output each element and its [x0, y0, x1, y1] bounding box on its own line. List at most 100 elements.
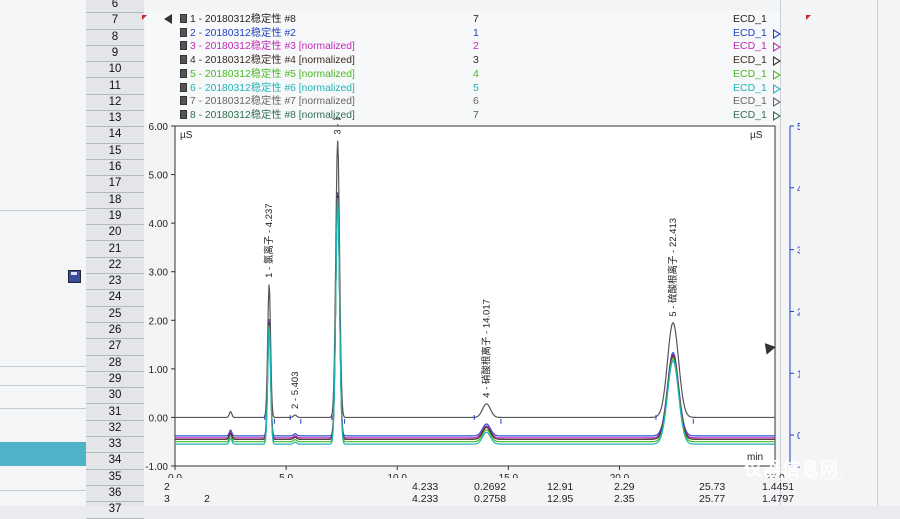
- y-tick-label: 4.00: [149, 219, 169, 230]
- table-cell[interactable]: 4.233: [412, 493, 438, 505]
- row-number[interactable]: 31: [86, 404, 144, 421]
- expand-trace-icon[interactable]: [773, 69, 781, 80]
- table-cell[interactable]: 25.73: [699, 481, 725, 493]
- row-number[interactable]: 20: [86, 224, 144, 242]
- row-number[interactable]: 18: [86, 192, 144, 209]
- row-number[interactable]: 32: [86, 420, 144, 438]
- expand-trace-icon[interactable]: [773, 97, 781, 108]
- row-number[interactable]: 26: [86, 322, 144, 340]
- row-number[interactable]: 27: [86, 338, 144, 356]
- panel-divider: [0, 210, 86, 211]
- legend-item[interactable]: 5 - 20180312稳定性 #5 [normalized]: [180, 68, 355, 82]
- legend-item[interactable]: 2 - 20180312稳定性 #2: [180, 27, 296, 41]
- right-y-tick-label: 3.00: [797, 246, 800, 257]
- trace-icon: [180, 96, 187, 106]
- peak-label: 2 - 5.403: [290, 372, 301, 410]
- legend-label: 4 - 20180312稳定性 #4 [normalized]: [190, 55, 355, 67]
- x-tick-label: 20.0: [610, 473, 630, 478]
- table-cell[interactable]: 0.2692: [474, 481, 506, 493]
- expand-trace-icon[interactable]: [773, 42, 781, 53]
- legend-number: 3: [473, 54, 479, 67]
- legend-label: 2 - 20180312稳定性 #2: [190, 27, 296, 39]
- row-number[interactable]: 15: [86, 143, 144, 160]
- row-number[interactable]: 11: [86, 78, 144, 95]
- legend-item[interactable]: 3 - 20180312稳定性 #3 [normalized]: [180, 40, 355, 54]
- table-cell[interactable]: 4.233: [412, 481, 438, 493]
- legend-label: 1 - 20180312稳定性 #8: [190, 14, 296, 25]
- y-tick-label: 6.00: [149, 122, 169, 133]
- table-cell[interactable]: 2: [164, 481, 170, 493]
- row-number[interactable]: 10: [86, 61, 144, 79]
- chromatogram-plot[interactable]: -1.000.001.002.003.004.005.006.00-0.500.…: [145, 60, 820, 484]
- y-axis-unit-left: µS: [180, 130, 193, 141]
- row-number[interactable]: 22: [86, 257, 144, 275]
- legend-item[interactable]: 6 - 20180312稳定性 #6 [normalized]: [180, 82, 355, 96]
- row-number[interactable]: 17: [86, 175, 144, 193]
- table-cell[interactable]: 2: [204, 493, 210, 505]
- expand-trace-icon[interactable]: [773, 56, 781, 67]
- row-number[interactable]: 14: [86, 126, 144, 144]
- table-cell[interactable]: 12.91: [547, 481, 573, 493]
- row-number[interactable]: 21: [86, 241, 144, 258]
- cell-comment-marker: [806, 15, 811, 20]
- row-number[interactable]: 34: [86, 452, 144, 470]
- row-number[interactable]: 6: [86, 0, 144, 14]
- row-number[interactable]: 37: [86, 501, 144, 519]
- row-number[interactable]: 13: [86, 110, 144, 128]
- right-y-tick-label: 0.00: [797, 431, 800, 442]
- row-number[interactable]: 8: [86, 29, 144, 46]
- cell-comment-marker: [142, 15, 147, 20]
- legend-number: 6: [473, 95, 479, 108]
- detector-label: ECD_1: [733, 26, 767, 39]
- collapse-legend-icon[interactable]: [164, 14, 172, 24]
- row-number[interactable]: 33: [86, 436, 144, 454]
- selected-panel-item[interactable]: [0, 442, 86, 466]
- chromatogram-svg: -1.000.001.002.003.004.005.006.00-0.500.…: [145, 60, 820, 484]
- panel-divider: [0, 490, 86, 491]
- legend-item[interactable]: 4 - 20180312稳定性 #4 [normalized]: [180, 54, 355, 68]
- detector-label: ECD_1: [733, 13, 767, 25]
- table-cell[interactable]: 3: [164, 493, 170, 505]
- x-tick-label: 10.0: [387, 473, 407, 478]
- panel-divider: [0, 408, 86, 409]
- trace-icon: [180, 14, 187, 23]
- expand-trace-icon[interactable]: [773, 28, 781, 39]
- trace-icon: [180, 41, 187, 51]
- legend-item[interactable]: 1 - 20180312稳定性 #8: [180, 13, 296, 27]
- legend-label: 3 - 20180312稳定性 #3 [normalized]: [190, 41, 355, 53]
- row-number[interactable]: 36: [86, 485, 144, 503]
- table-cell[interactable]: 12.95: [547, 493, 573, 505]
- legend-label: 5 - 20180312稳定性 #5 [normalized]: [190, 68, 355, 80]
- table-cell[interactable]: 1.4797: [762, 493, 794, 505]
- legend-number: 5: [473, 81, 479, 94]
- row-number[interactable]: 24: [86, 289, 144, 307]
- row-number[interactable]: 19: [86, 208, 144, 226]
- save-icon[interactable]: [68, 270, 81, 283]
- table-cell[interactable]: 2.29: [614, 481, 634, 493]
- legend-item[interactable]: 7 - 20180312稳定性 #7 [normalized]: [180, 95, 355, 109]
- row-number[interactable]: 29: [86, 371, 144, 389]
- row-number[interactable]: 7: [86, 12, 144, 30]
- x-tick-label: 0.0: [168, 473, 182, 478]
- peak-label: 1 - 氯离子 - 4.237: [263, 203, 275, 277]
- legend-label: 7 - 20180312稳定性 #7 [normalized]: [190, 96, 355, 108]
- expand-trace-icon[interactable]: [773, 83, 781, 94]
- row-header-column: 6 7 8 9 10 11 12 13 14 15 16 17 18 19 20 21 22 23 24 25 26 27…: [86, 0, 145, 519]
- row-number[interactable]: 25: [86, 306, 144, 323]
- y-axis-unit-right: µS: [750, 130, 763, 141]
- y-tick-label: 3.00: [149, 268, 169, 279]
- table-cell[interactable]: 0.2758: [474, 493, 506, 505]
- row-number[interactable]: 30: [86, 387, 144, 405]
- detector-label: ECD_1: [733, 67, 767, 80]
- table-cell[interactable]: 1.4451: [762, 481, 794, 493]
- row-number[interactable]: 28: [86, 355, 144, 372]
- row-number[interactable]: 35: [86, 469, 144, 486]
- trace-icon: [180, 55, 187, 65]
- table-cell[interactable]: 25.77: [699, 493, 725, 505]
- row-number[interactable]: 9: [86, 45, 144, 63]
- table-cell[interactable]: 2.35: [614, 493, 634, 505]
- row-number[interactable]: 16: [86, 159, 144, 177]
- row-number[interactable]: 23: [86, 273, 144, 291]
- row-number[interactable]: 12: [86, 94, 144, 112]
- panel-divider: [0, 366, 86, 367]
